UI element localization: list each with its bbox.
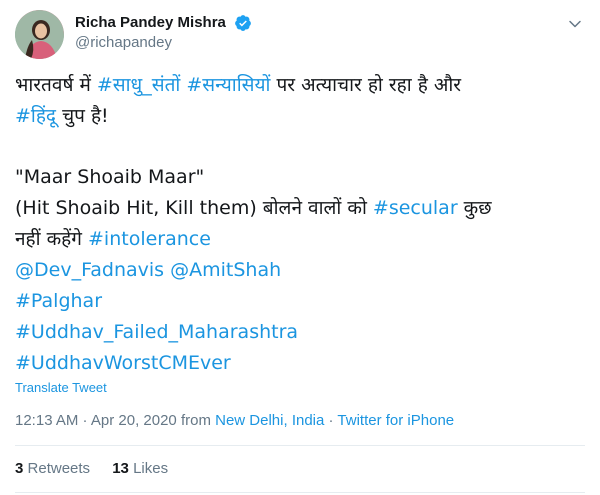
tweet-stats: 3 Retweets 13 Likes [15, 460, 186, 477]
tweet-line: (Hit Shoaib Hit, Kill them) बोलने वालों … [15, 193, 585, 224]
source-link[interactable]: Twitter for iPhone [337, 412, 454, 429]
tweet-line: #हिंदू चुप है! [15, 101, 585, 132]
tweet-text-segment: कुछ [457, 197, 492, 219]
tweet-line: नहीं कहेंगे #intolerance [15, 224, 585, 255]
divider [15, 445, 585, 446]
retweets-count: 3 [15, 460, 24, 477]
likes-count: 13 [112, 460, 129, 477]
hashtag-link[interactable]: #सन्यासियों [186, 74, 270, 96]
avatar-photo-icon [15, 10, 64, 59]
author-block: Richa Pandey Mishra @richapandey [75, 12, 252, 51]
author-display-name[interactable]: Richa Pandey Mishra [75, 14, 226, 31]
tweet-line: "Maar Shoaib Maar" [15, 166, 205, 188]
hashtag-link[interactable]: #साधु_संतों [97, 74, 180, 96]
tweet-text-segment: चुप है! [56, 105, 109, 127]
verified-badge-icon [235, 14, 251, 31]
location-link[interactable]: New Delhi, India [215, 412, 324, 429]
likes-label: Likes [133, 460, 169, 477]
meta-separator: · [324, 412, 338, 429]
tweet-meta: 12:13 AM · Apr 20, 2020 from New Delhi, … [15, 412, 454, 429]
tweet-line: भारतवर्ष में #साधु_संतों #सन्यासियों पर … [15, 70, 585, 101]
tweet-header: Richa Pandey Mishra @richapandey [15, 10, 585, 60]
divider [15, 492, 585, 493]
avatar[interactable] [15, 10, 64, 59]
hashtag-link[interactable]: #UddhavWorstCMEver [15, 348, 585, 379]
author-handle[interactable]: @richapandey [75, 34, 252, 51]
tweet-line: @Dev_Fadnavis @AmitShah [15, 255, 585, 286]
retweets-stat[interactable]: 3 Retweets [15, 460, 90, 477]
hashtag-link[interactable]: #हिंदू [15, 105, 56, 127]
tweet-card: Richa Pandey Mishra @richapandey भारतवर्… [0, 0, 600, 495]
tweet-text-segment: (Hit Shoaib Hit, Kill them) बोलने वालों … [15, 197, 373, 219]
likes-stat[interactable]: 13 Likes [112, 460, 168, 477]
tweet-text-segment: नहीं कहेंगे [15, 228, 89, 250]
mention-link[interactable]: @Dev_Fadnavis [15, 259, 164, 281]
mention-link[interactable]: @AmitShah [170, 259, 281, 281]
tweet-text: भारतवर्ष में #साधु_संतों #सन्यासियों पर … [15, 70, 585, 379]
hashtag-link[interactable]: #intolerance [88, 228, 211, 250]
tweet-timestamp[interactable]: 12:13 AM · Apr 20, 2020 from [15, 412, 215, 429]
chevron-down-icon[interactable] [565, 14, 585, 34]
tweet-text-segment: पर अत्याचार हो रहा है और [270, 74, 462, 96]
tweet-text-segment: भारतवर्ष में [15, 74, 97, 96]
hashtag-link[interactable]: #Uddhav_Failed_Maharashtra [15, 317, 585, 348]
hashtag-link[interactable]: #Palghar [15, 286, 585, 317]
retweets-label: Retweets [27, 460, 91, 477]
hashtag-link[interactable]: #secular [373, 197, 458, 219]
translate-tweet-link[interactable]: Translate Tweet [15, 380, 107, 395]
